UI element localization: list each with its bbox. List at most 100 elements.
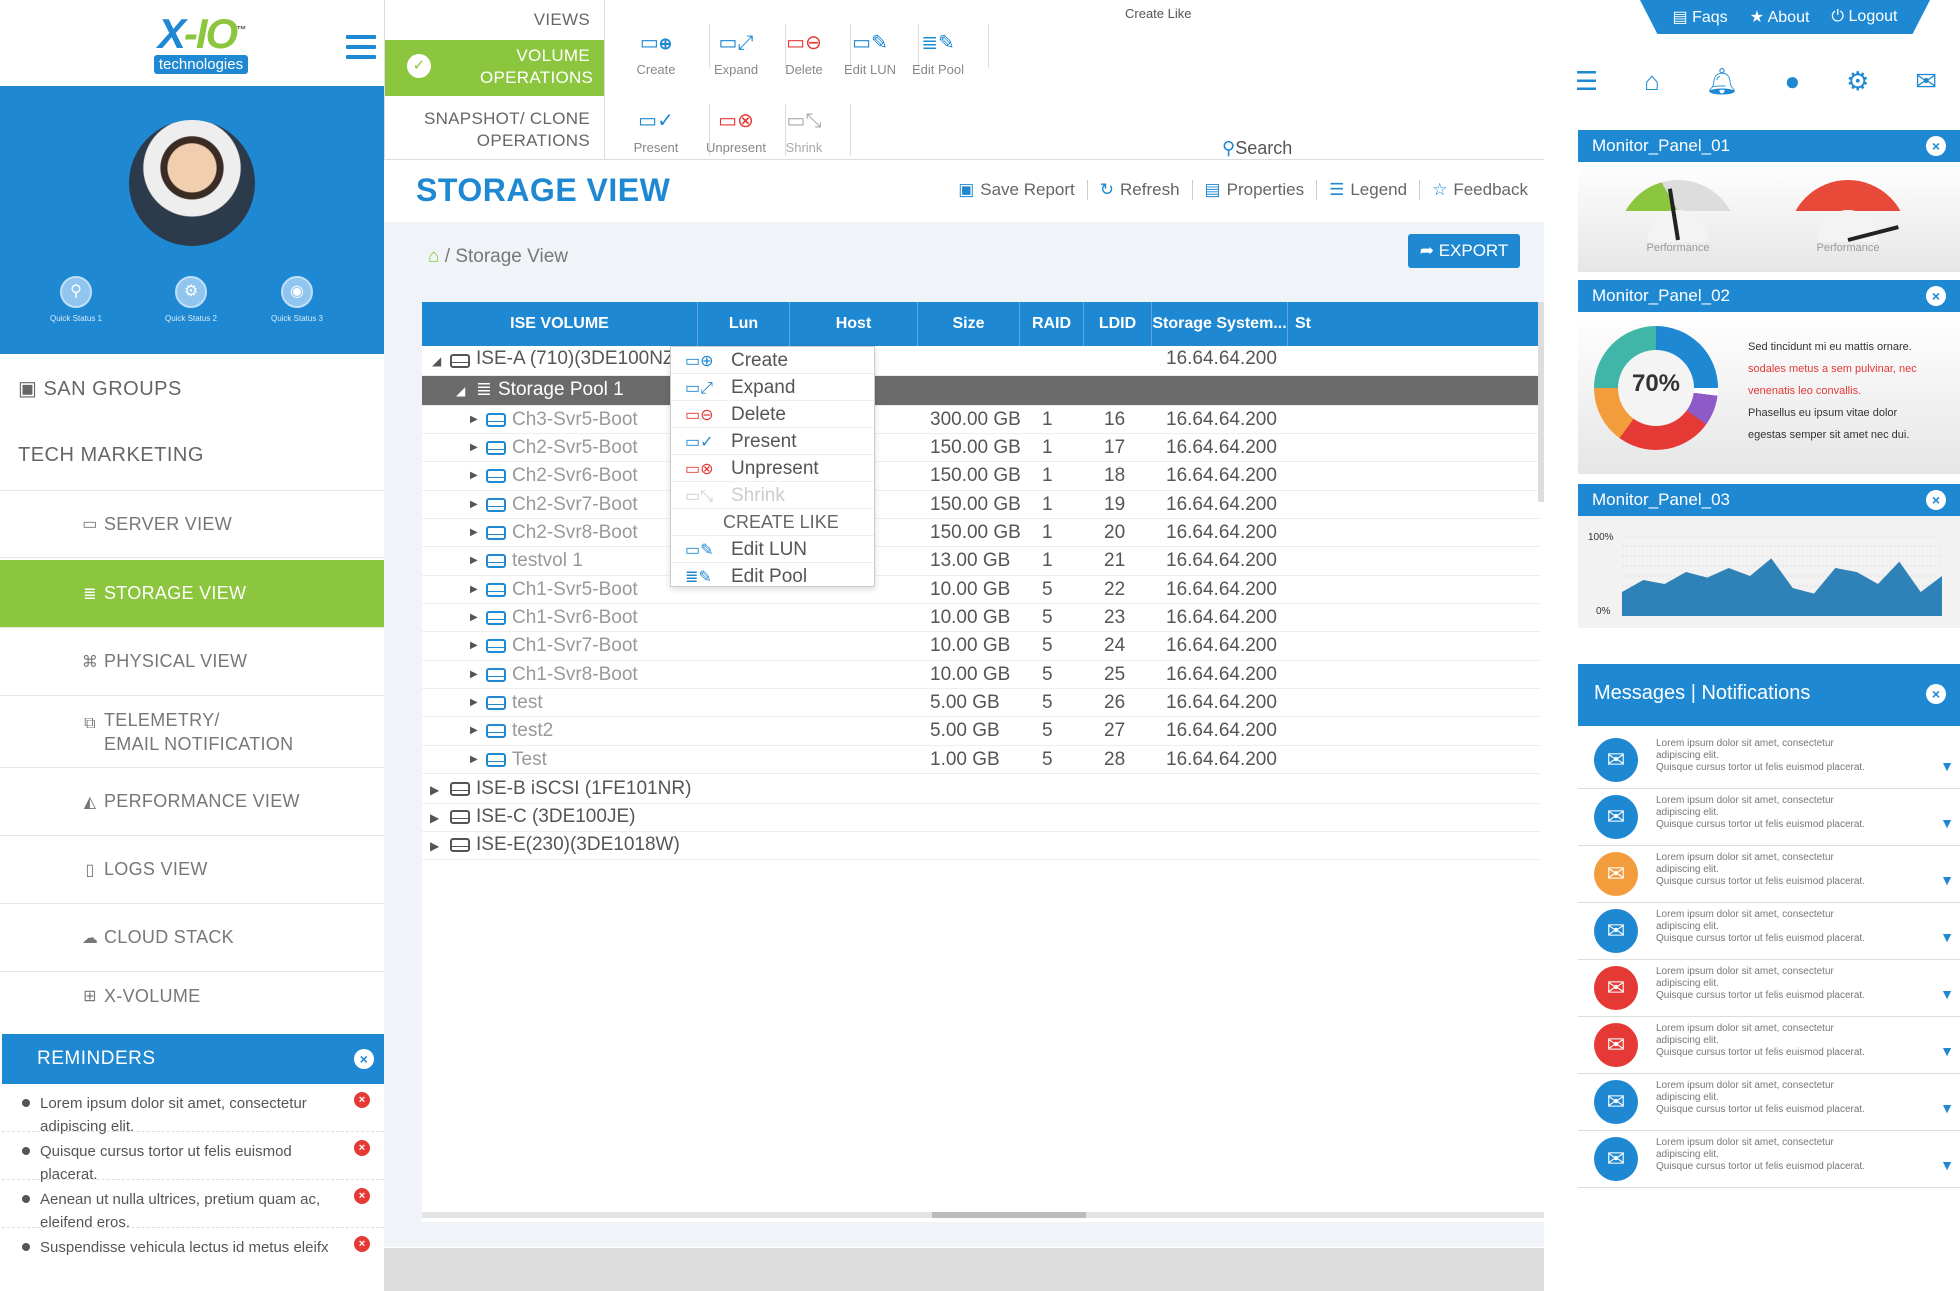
nav-logs-view[interactable]: ▯ LOGS VIEW (0, 836, 384, 904)
col-ise-volume[interactable]: ISE VOLUME (422, 302, 698, 346)
close-icon[interactable]: × (1926, 286, 1946, 306)
message-item[interactable]: ✉ Lorem ipsum dolor sit amet, consectetur… (1578, 1017, 1960, 1074)
expand-arrow-icon[interactable]: ▶ (430, 839, 439, 853)
expand-arrow-icon[interactable]: ▶ (430, 783, 439, 797)
table-row[interactable]: ◢ ≣ Storage Pool 1 (422, 376, 1540, 406)
message-item[interactable]: ✉ Lorem ipsum dolor sit amet, consectetur… (1578, 732, 1960, 789)
san-groups-header[interactable]: ▣ SAN GROUPS (18, 376, 182, 401)
table-row[interactable]: ▶ Test 1.00 GB 5 28 16.64.64.200 (422, 746, 1540, 774)
col-size[interactable]: Size (918, 302, 1020, 346)
ctx-edit-pool[interactable]: ≣✎ Edit Pool (671, 563, 874, 590)
search-box[interactable]: ⚲Search (1222, 138, 1292, 159)
mail-icon[interactable]: ✉ (1915, 66, 1937, 97)
shrink-button[interactable]: ▭⤡ Shrink (759, 104, 849, 155)
tab-snapshot-clone[interactable]: SNAPSHOT/ CLONE OPERATIONS (385, 96, 604, 159)
expand-arrow-icon[interactable]: ▶ (470, 725, 478, 736)
bell-icon[interactable]: 🔔︎ (1706, 66, 1739, 97)
export-button[interactable]: ➦ EXPORT (1408, 234, 1520, 268)
gear-icon[interactable]: ⚙ (1846, 66, 1869, 97)
expand-arrow-icon[interactable]: ▶ (430, 811, 439, 825)
nav-performance-view[interactable]: ◭ PERFORMANCE VIEW (0, 768, 384, 836)
expand-arrow-icon[interactable]: ▶ (470, 584, 478, 595)
expand-arrow-icon[interactable]: ▶ (470, 442, 478, 453)
expand-arrow-icon[interactable]: ▶ (470, 754, 478, 765)
chevron-down-icon[interactable]: ▼ (1940, 1100, 1954, 1116)
ctx-edit-lun[interactable]: ▭✎ Edit LUN (671, 536, 874, 563)
expand-arrow-icon[interactable]: ▶ (470, 527, 478, 538)
chevron-down-icon[interactable]: ▼ (1940, 986, 1954, 1002)
table-row[interactable]: ▶ ISE-C (3DE100JE) (422, 804, 1540, 832)
ctx-unpresent[interactable]: ▭⊗ Unpresent (671, 455, 874, 482)
remove-icon[interactable]: × (354, 1140, 370, 1156)
table-row[interactable]: ▶ Ch1-Svr7-Boot 10.00 GB 5 24 16.64.64.200 (422, 632, 1540, 661)
quick-status-1[interactable]: ⚲ Quick Status 1 (31, 276, 121, 323)
chevron-down-icon[interactable]: ▼ (1940, 929, 1954, 945)
message-item[interactable]: ✉ Lorem ipsum dolor sit amet, consectetur… (1578, 846, 1960, 903)
table-row[interactable]: ▶ Ch2-Svr7-Boot 150.00 GB 1 19 16.64.64.200 (422, 491, 1540, 519)
edit-pool-button[interactable]: ≣✎ Edit Pool (893, 26, 983, 77)
left-menu-toggle-icon[interactable] (346, 35, 376, 59)
expand-arrow-icon[interactable]: ▶ (470, 697, 478, 708)
present-button[interactable]: ▭✓ Present (611, 104, 701, 155)
col-status[interactable]: St (1288, 302, 1318, 346)
quick-status-3[interactable]: ◉ Quick Status 3 (252, 276, 342, 323)
menu-icon[interactable]: ☰ (1575, 66, 1598, 97)
chevron-down-icon[interactable]: ▼ (1940, 872, 1954, 888)
close-icon[interactable]: × (1926, 684, 1946, 704)
expand-arrow-icon[interactable]: ▶ (470, 499, 478, 510)
col-storage-system[interactable]: Storage System... (1152, 302, 1288, 346)
nav-server-view[interactable]: ▭ SERVER VIEW (0, 490, 384, 558)
notifications-tab[interactable]: Notifications (1701, 682, 1810, 704)
collapse-arrow-icon[interactable]: ◢ (432, 354, 441, 368)
properties-button[interactable]: ▤ Properties (1191, 180, 1317, 200)
message-item[interactable]: ✉ Lorem ipsum dolor sit amet, consectetur… (1578, 903, 1960, 960)
table-row[interactable]: ▶ Ch1-Svr5-Boot 10.00 GB 5 22 16.64.64.200 (422, 576, 1540, 604)
nav-telemetry[interactable]: ⧉ TELEMETRY/EMAIL NOTIFICATION (0, 696, 384, 768)
close-icon[interactable]: × (1926, 136, 1946, 156)
expand-arrow-icon[interactable]: ▶ (470, 470, 478, 481)
table-row[interactable]: ◢ ISE-A (710)(3DE100NZ) 16.64.64.200 (422, 346, 1540, 376)
table-row[interactable]: ▶ ISE-B iSCSI (1FE101NR) (422, 776, 1540, 804)
col-lun[interactable]: Lun (698, 302, 790, 346)
message-item[interactable]: ✉ Lorem ipsum dolor sit amet, consectetur… (1578, 1074, 1960, 1131)
horizontal-scrollbar[interactable] (422, 1212, 1544, 1218)
home-icon[interactable]: ⌂ (1644, 66, 1660, 97)
close-icon[interactable]: × (1926, 490, 1946, 510)
expand-arrow-icon[interactable]: ▶ (470, 669, 478, 680)
collapse-arrow-icon[interactable]: ◢ (456, 384, 465, 398)
col-ldid[interactable]: LDID (1084, 302, 1152, 346)
chevron-down-icon[interactable]: ▼ (1940, 1157, 1954, 1173)
message-item[interactable]: ✉ Lorem ipsum dolor sit amet, consectetur… (1578, 1131, 1960, 1188)
chevron-down-icon[interactable]: ▼ (1940, 758, 1954, 774)
chevron-down-icon[interactable]: ▼ (1940, 815, 1954, 831)
ctx-present[interactable]: ▭✓ Present (671, 428, 874, 455)
ctx-expand[interactable]: ▭⤢ Expand (671, 374, 874, 401)
col-raid[interactable]: RAID (1020, 302, 1084, 346)
logout-link[interactable]: ⏻ Logout (1831, 8, 1897, 26)
table-row[interactable]: ▶ Ch2-Svr6-Boot 150.00 GB 1 18 16.64.64.200 (422, 462, 1540, 491)
create-button[interactable]: ▭⊕ Create (611, 26, 701, 77)
remove-icon[interactable]: × (354, 1188, 370, 1204)
chevron-down-icon[interactable]: ▼ (1940, 1043, 1954, 1059)
about-link[interactable]: ★ About (1750, 7, 1810, 27)
table-row[interactable]: ▶ testvol 1 13.00 GB 1 21 16.64.64.200 (422, 547, 1540, 576)
ctx-create[interactable]: ▭⊕ Create (671, 347, 874, 374)
company-logo[interactable]: X-IO™ technologies (146, 10, 256, 74)
legend-button[interactable]: ☰ Legend (1316, 180, 1419, 200)
message-item[interactable]: ✉ Lorem ipsum dolor sit amet, consectetur… (1578, 960, 1960, 1017)
tab-volume-operations[interactable]: ✓ VOLUME OPERATIONS (385, 40, 604, 96)
user-icon[interactable]: ● (1785, 66, 1801, 97)
expand-arrow-icon[interactable]: ▶ (470, 612, 478, 623)
faqs-link[interactable]: ▤ Faqs (1673, 7, 1728, 27)
home-icon[interactable]: ⌂ (428, 246, 439, 267)
table-row[interactable]: ▶ test 5.00 GB 5 26 16.64.64.200 (422, 689, 1540, 717)
nav-physical-view[interactable]: ⌘ PHYSICAL VIEW (0, 628, 384, 696)
messages-tab[interactable]: Messages (1594, 682, 1685, 704)
save-report-button[interactable]: ▣ Save Report (946, 180, 1087, 200)
table-row[interactable]: ▶ test2 5.00 GB 5 27 16.64.64.200 (422, 717, 1540, 746)
refresh-button[interactable]: ↻ Refresh (1086, 180, 1192, 200)
remove-icon[interactable]: × (354, 1236, 370, 1252)
table-row[interactable]: ▶ Ch1-Svr6-Boot 10.00 GB 5 23 16.64.64.200 (422, 604, 1540, 632)
close-icon[interactable]: × (354, 1049, 374, 1069)
expand-arrow-icon[interactable]: ▶ (470, 555, 478, 566)
